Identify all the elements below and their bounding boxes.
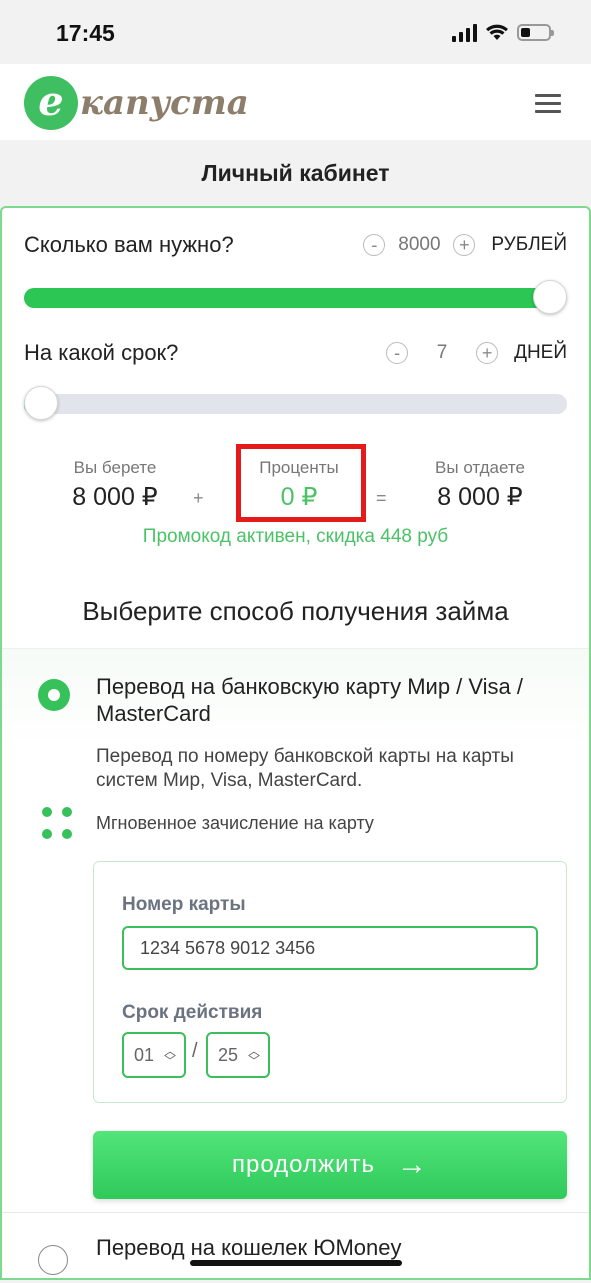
signal-icon — [452, 22, 477, 42]
term-minus-button[interactable]: - — [386, 342, 409, 364]
term-slider[interactable] — [24, 386, 567, 420]
status-icons — [452, 22, 554, 42]
expiry-month-value: 01 — [134, 1045, 155, 1065]
term-unit: ДНЕЙ — [514, 342, 567, 363]
chevron-updown-icon: ︿ ﹀ — [247, 1044, 260, 1068]
chevron-updown-icon: ︿ ﹀ — [163, 1044, 176, 1068]
arrow-right-icon: → — [396, 1148, 428, 1181]
take-value: 8 000 ₽ — [72, 483, 158, 511]
amount-question: Сколько вам нужно? — [24, 232, 234, 257]
amount-plus-button[interactable]: + — [453, 234, 476, 256]
logo-mark: е — [24, 76, 78, 130]
status-time: 17:45 — [56, 20, 115, 46]
continue-button[interactable]: продолжить → — [93, 1131, 567, 1199]
yumoney-option-title: Перевод на кошелек ЮMoney — [96, 1235, 402, 1260]
logo[interactable]: е капуста — [24, 76, 249, 130]
expiry-year-select[interactable]: 25 ︿ ﹀ — [206, 1032, 270, 1078]
return-column: Вы отдаете 8 000 ₽ — [412, 458, 548, 512]
expiry-separator: / — [192, 1040, 198, 1062]
site-header: е капуста — [0, 64, 591, 140]
term-controls: - 7 + ДНЕЙ — [386, 342, 567, 364]
term-slider-thumb[interactable] — [24, 386, 58, 420]
amount-slider-fill — [24, 288, 550, 308]
amount-slider-thumb[interactable] — [533, 280, 567, 314]
card-transfer-option[interactable]: Перевод на банковскую карту Мир / Visa /… — [2, 648, 589, 1209]
card-option-title: Перевод на банковскую карту Мир / Visa /… — [96, 674, 524, 726]
amount-controls: - 8000 + РУБЛЕЙ — [363, 234, 567, 256]
instant-credit-text: Мгновенное зачисление на карту — [96, 813, 374, 833]
amount-slider[interactable] — [24, 280, 567, 314]
logo-text: капуста — [80, 83, 249, 123]
page-title: Личный кабинет — [201, 160, 390, 186]
expiry-label: Срок действия — [122, 1002, 263, 1023]
yumoney-option-radio[interactable] — [38, 1245, 68, 1275]
card-option-description: Перевод по номеру банковской карты на ка… — [96, 746, 514, 791]
instant-icon — [40, 807, 74, 841]
wifi-icon — [486, 24, 508, 40]
return-value: 8 000 ₽ — [437, 483, 523, 511]
plus-sign: + — [193, 488, 204, 508]
status-bar: 17:45 — [0, 0, 591, 64]
term-question: На какой срок? — [24, 340, 179, 365]
home-indicator — [190, 1260, 402, 1266]
interest-highlight-box — [236, 444, 366, 522]
card-form: Номер карты 1234 5678 9012 3456 Срок дей… — [93, 861, 567, 1103]
menu-icon[interactable] — [535, 94, 561, 114]
return-label: Вы отдаете — [435, 458, 525, 477]
promo-message: Промокод активен, скидка 448 руб — [142, 526, 449, 547]
amount-unit: РУБЛЕЙ — [491, 234, 567, 255]
take-column: Вы берете 8 000 ₽ — [52, 458, 178, 512]
card-number-input[interactable]: 1234 5678 9012 3456 — [122, 926, 538, 970]
battery-icon — [517, 23, 554, 41]
term-plus-button[interactable]: + — [476, 342, 499, 364]
yumoney-option[interactable]: Перевод на кошелек ЮMoney — [2, 1212, 589, 1283]
term-value[interactable]: 7 — [418, 342, 466, 364]
expiry-month-select[interactable]: 01 ︿ ﹀ — [122, 1032, 186, 1078]
card-option-radio[interactable] — [38, 679, 70, 711]
expiry-year-value: 25 — [218, 1045, 239, 1065]
loan-calculator-card: Сколько вам нужно? - 8000 + РУБЛЕЙ На ка… — [0, 206, 591, 1280]
amount-row: Сколько вам нужно? - 8000 + РУБЛЕЙ — [24, 232, 567, 258]
method-section-title: Выберите способ получения займа — [82, 596, 509, 626]
equals-sign: = — [376, 488, 387, 508]
continue-label: продолжить — [232, 1151, 375, 1178]
card-number-label: Номер карты — [122, 894, 246, 915]
term-row: На какой срок? - 7 + ДНЕЙ — [24, 340, 567, 366]
take-label: Вы берете — [73, 458, 157, 477]
amount-value[interactable]: 8000 — [395, 234, 443, 256]
amount-minus-button[interactable]: - — [363, 234, 386, 256]
